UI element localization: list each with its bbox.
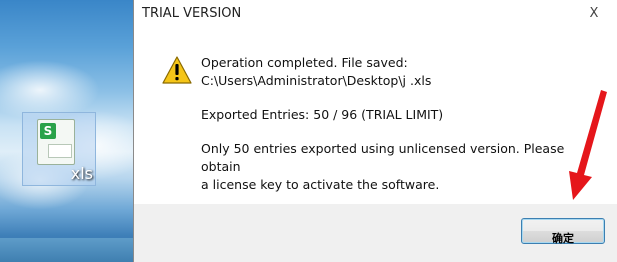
desktop-file-xls[interactable]: S xls (22, 112, 96, 186)
file-name-label: xls (70, 164, 93, 183)
file-badge: S (40, 123, 56, 139)
dialog-titlebar[interactable]: TRIAL VERSION X (134, 0, 617, 28)
dialog-button-bar: 确定 (134, 204, 617, 262)
warning-icon (162, 56, 192, 84)
ok-button[interactable]: 确定 (521, 218, 605, 245)
message-line: Only 50 entries exported using unlicense… (201, 141, 565, 174)
message-line: a license key to activate the software. (201, 177, 440, 192)
trial-version-dialog: TRIAL VERSION X Operation completed. Fil… (133, 0, 617, 262)
dialog-content: Operation completed. File saved: C:\User… (134, 28, 617, 204)
close-button[interactable]: X (585, 6, 603, 22)
sheet-grid-icon (48, 144, 72, 158)
file-path: C:\Users\Administrator\Desktop\j .xls (201, 73, 432, 88)
close-icon: X (589, 6, 599, 21)
spreadsheet-file-icon: S (37, 119, 75, 165)
sea (0, 238, 135, 262)
message-line: Operation completed. File saved: (201, 55, 408, 70)
dialog-title: TRIAL VERSION (142, 6, 242, 21)
desktop-background: S xls (0, 0, 150, 262)
exported-entries: Exported Entries: 50 / 96 (TRIAL LIMIT) (201, 107, 444, 122)
dialog-message: Operation completed. File saved: C:\User… (201, 54, 601, 194)
